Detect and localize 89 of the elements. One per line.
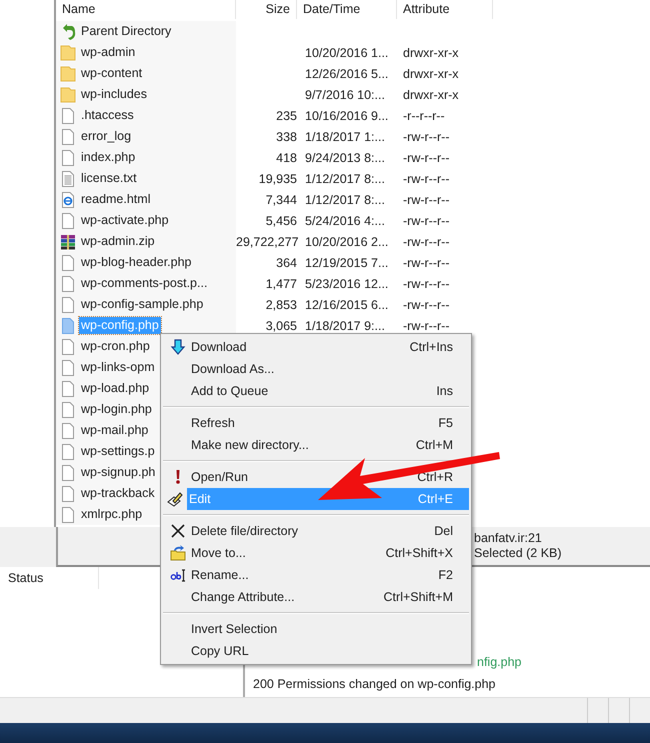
file-size: 29,722,277 [236, 234, 297, 248]
file-date: 1/12/2017 8:... [304, 172, 386, 186]
folder-icon [60, 66, 76, 82]
file-date: 5/24/2016 4:... [304, 214, 386, 228]
file-size: 235 [275, 108, 297, 122]
file-icon [60, 150, 76, 166]
column-header[interactable]: Date/Time [297, 0, 397, 19]
file-size: 3,065 [264, 318, 297, 332]
file-date: 12/19/2015 7... [304, 256, 390, 270]
menu-item[interactable]: Copy URL [163, 640, 469, 662]
file-date: 10/16/2016 9... [304, 108, 390, 122]
file-attribute: drwxr-xr-x [402, 66, 460, 80]
archive-icon [60, 234, 76, 250]
file-size: 7,344 [264, 192, 297, 206]
file-date: 12/16/2015 6... [304, 298, 390, 312]
file-attribute: -rw-r--r-- [402, 192, 450, 206]
menu-item[interactable]: Move to... Ctrl+Shift+X [163, 542, 469, 564]
file-icon [60, 296, 76, 312]
file-icon [60, 212, 76, 228]
column-header[interactable]: Status [0, 567, 99, 589]
menu-item[interactable]: Download Ctrl+Ins [163, 336, 469, 358]
file-attribute: -rw-r--r-- [402, 130, 450, 144]
file-date: 10/20/2016 1... [304, 46, 390, 60]
file-attribute: -rw-r--r-- [402, 318, 450, 332]
file-attribute: -rw-r--r-- [402, 256, 450, 270]
column-header[interactable]: Name [56, 0, 236, 19]
file-icon [60, 486, 76, 502]
file-size: 338 [275, 130, 297, 144]
menu-item[interactable]: Open/Run Ctrl+R [163, 466, 469, 488]
file-date: 1/12/2017 8:... [304, 192, 386, 206]
file-attribute: -rw-r--r-- [402, 214, 450, 228]
file-date: 1/18/2017 9:... [304, 318, 386, 332]
file-name[interactable]: wp-load.php [79, 380, 152, 397]
menu-item[interactable]: Delete file/directory Del [163, 520, 469, 542]
file-icon [60, 444, 76, 460]
file-name[interactable]: wp-trackback [79, 485, 157, 502]
file-size: 2,853 [264, 298, 297, 312]
file-attribute: -rw-r--r-- [402, 298, 450, 312]
file-attribute: -rw-r--r-- [402, 172, 450, 186]
column-header[interactable]: Size [236, 0, 297, 19]
file-icon [60, 422, 76, 438]
status-text: banfatv.ir:21 [474, 531, 543, 546]
file-date: 1/18/2017 1:... [304, 130, 386, 144]
close-icon [170, 523, 186, 539]
file-attribute: -rw-r--r-- [402, 276, 450, 290]
menu-item[interactable]: Rename... F2 [163, 564, 469, 586]
menu-item[interactable]: Refresh F5 [163, 412, 469, 434]
file-icon [60, 464, 76, 480]
menu-item[interactable]: Add to Queue Ins [163, 380, 469, 402]
pencil-icon [167, 491, 183, 507]
file-icon [60, 254, 76, 270]
file-date: 9/7/2016 10:... [304, 88, 386, 102]
file-attribute: -r--r--r-- [402, 108, 446, 122]
file-size: 19,935 [258, 172, 297, 186]
download-arrow-icon [170, 339, 186, 355]
file-icon [60, 506, 76, 522]
file-attribute: -rw-r--r-- [402, 234, 450, 248]
text-file-icon [60, 170, 76, 186]
text-cursor-icon [170, 567, 186, 583]
file-icon [60, 108, 76, 124]
web-file-icon [60, 192, 76, 208]
log-line: 200 Permissions changed on wp-config.php [253, 676, 496, 693]
file-icon [60, 380, 76, 396]
folder-icon [60, 44, 76, 60]
folder-icon [60, 86, 76, 102]
file-icon [60, 276, 76, 292]
file-date: 12/26/2016 5... [304, 66, 390, 80]
column-header[interactable]: Attribute [397, 0, 493, 19]
menu-item[interactable]: Change Attribute... Ctrl+Shift+M [163, 586, 469, 608]
file-icon [60, 360, 76, 376]
log-line: nfig.php [477, 654, 522, 671]
menu-item[interactable]: Download As... [163, 358, 469, 380]
status-text: Selected (2 KB) [474, 546, 563, 561]
file-size: 5,456 [264, 214, 297, 228]
file-attribute: -rw-r--r-- [402, 150, 450, 164]
file-size: 364 [275, 256, 297, 270]
menu-item[interactable]: Invert Selection [163, 618, 469, 640]
file-date: 10/20/2016 2... [304, 234, 390, 248]
file-icon [60, 402, 76, 418]
file-date: 5/23/2016 12... [304, 276, 390, 290]
file-icon [60, 318, 76, 334]
file-icon [60, 128, 76, 144]
file-size: 418 [275, 150, 297, 164]
folder-move-icon [170, 545, 186, 561]
file-attribute: drwxr-xr-x [402, 88, 460, 102]
file-date: 9/24/2013 8:... [304, 150, 386, 164]
file-icon [60, 338, 76, 354]
file-size: 1,477 [264, 276, 297, 290]
file-attribute: drwxr-xr-x [402, 46, 460, 60]
